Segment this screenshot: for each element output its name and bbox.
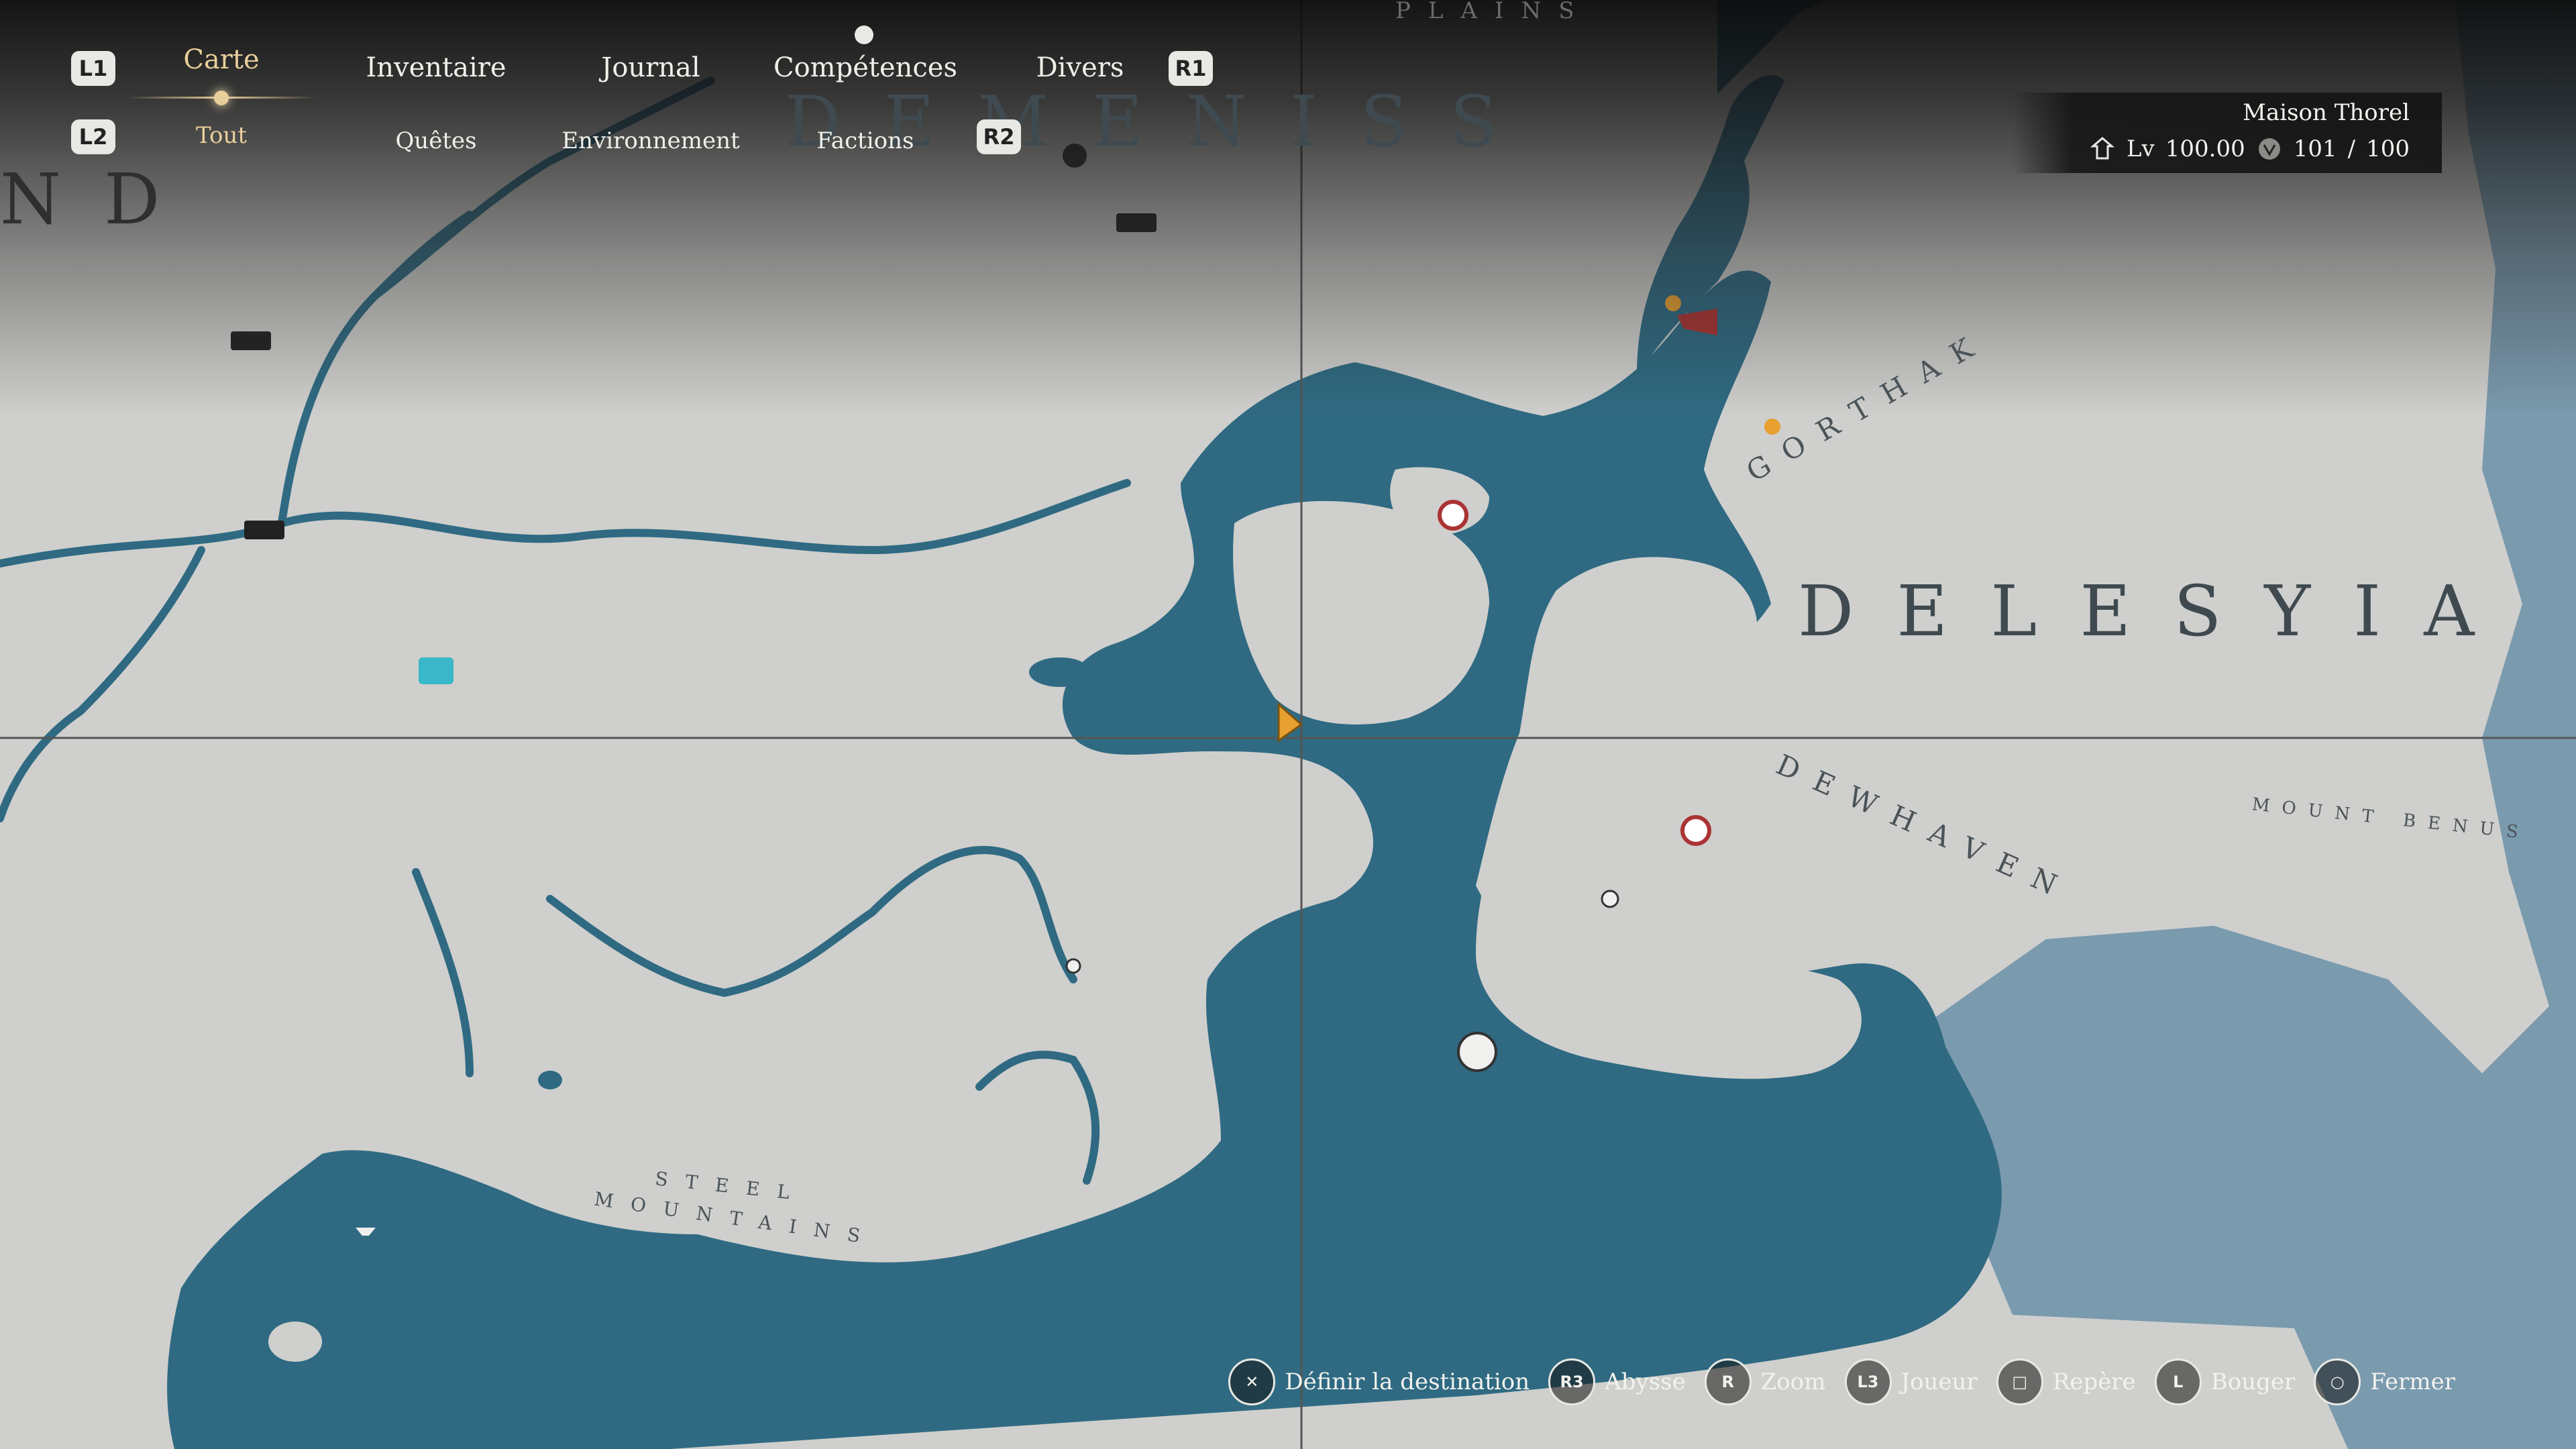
subtab-factions[interactable]: Factions [817, 127, 914, 154]
left-stick-icon: L [2154, 1358, 2202, 1405]
r3-button-icon: R3 [1548, 1358, 1596, 1405]
hint-set-destination[interactable]: ✕ Définir la destination [1228, 1358, 1529, 1405]
hint-label: Joueur [1900, 1368, 1978, 1395]
tab-inventaire[interactable]: Inventaire [366, 52, 506, 83]
gold-marker-icon[interactable] [1764, 419, 1780, 435]
count-value: 101 [2293, 136, 2337, 162]
r2-button[interactable]: R2 [977, 119, 1021, 154]
shop-icon[interactable] [231, 331, 271, 350]
hint-zoom[interactable]: R Zoom [1704, 1358, 1826, 1405]
hint-abyss[interactable]: R3 Abysse [1548, 1358, 1686, 1405]
hint-label: Abysse [1605, 1368, 1686, 1395]
level-label: Lv [2126, 136, 2155, 162]
tab-journal[interactable]: Journal [601, 52, 700, 83]
l3-button-icon: L3 [1844, 1358, 1892, 1405]
central-island [1233, 500, 1489, 724]
hint-label: Repère [2052, 1368, 2136, 1395]
gold-marker-icon[interactable] [1665, 295, 1681, 311]
point-of-interest-icon[interactable] [1065, 958, 1081, 974]
quest-marker-icon[interactable] [1438, 500, 1468, 531]
hint-label: Définir la destination [1285, 1368, 1530, 1395]
point-of-interest-icon[interactable] [1601, 890, 1619, 908]
quest-marker-icon[interactable] [1680, 815, 1711, 846]
cross-button-icon: ✕ [1228, 1358, 1276, 1405]
hint-player[interactable]: L3 Joueur [1844, 1358, 1978, 1405]
subtab-quetes[interactable]: Quêtes [395, 127, 476, 154]
control-hints: ✕ Définir la destination R3 Abysse R Zoom L… [1228, 1355, 2455, 1409]
square-button-icon: □ [1996, 1358, 2043, 1405]
tab-carte[interactable]: Carte [183, 44, 259, 75]
dungeon-icon[interactable] [1457, 1032, 1497, 1072]
l1-button[interactable]: L1 [71, 51, 115, 86]
hint-label: Zoom [1760, 1368, 1826, 1395]
player-name: Maison Thorel [2243, 99, 2410, 126]
region-label-delesyia: DELESYIA [1798, 570, 2518, 652]
shop-icon[interactable] [1116, 213, 1157, 232]
hint-label: Bouger [2210, 1368, 2296, 1395]
subtab-tout[interactable]: Tout [196, 122, 247, 149]
shop-icon[interactable] [244, 521, 284, 539]
islet [268, 1322, 322, 1362]
right-stick-icon: R [1704, 1358, 1752, 1405]
notification-icon [855, 25, 873, 44]
lake [1029, 657, 1091, 687]
tab-divers[interactable]: Divers [1036, 52, 1124, 83]
player-stats: Lv 100.00 101 / 100 [2089, 136, 2410, 162]
level-icon [2090, 137, 2115, 160]
count-separator: / [2347, 136, 2356, 162]
caravan-icon[interactable] [419, 657, 453, 684]
subtab-environnement[interactable]: Environnement [561, 127, 739, 154]
hint-label: Fermer [2370, 1368, 2455, 1395]
world-map[interactable] [0, 0, 2576, 1449]
hint-marker[interactable]: □ Repère [1996, 1358, 2136, 1405]
level-value: 100.00 [2165, 136, 2245, 162]
count-max: 100 [2366, 136, 2410, 162]
l2-button[interactable]: L2 [71, 119, 115, 154]
crest-icon [2258, 138, 2280, 160]
active-tab-indicator-icon [214, 91, 229, 105]
region-label-nd: ND [0, 158, 203, 240]
circle-button-icon: ○ [2314, 1358, 2361, 1405]
tab-competences[interactable]: Compétences [773, 52, 957, 83]
region-label-plains: PLAINS [1395, 0, 1592, 24]
lake [538, 1071, 562, 1089]
hint-close[interactable]: ○ Fermer [2314, 1358, 2455, 1405]
hint-move[interactable]: L Bouger [2154, 1358, 2296, 1405]
r1-button[interactable]: R1 [1169, 51, 1213, 86]
player-info-panel: Maison Thorel Lv 100.00 101 / 100 [2012, 93, 2442, 173]
